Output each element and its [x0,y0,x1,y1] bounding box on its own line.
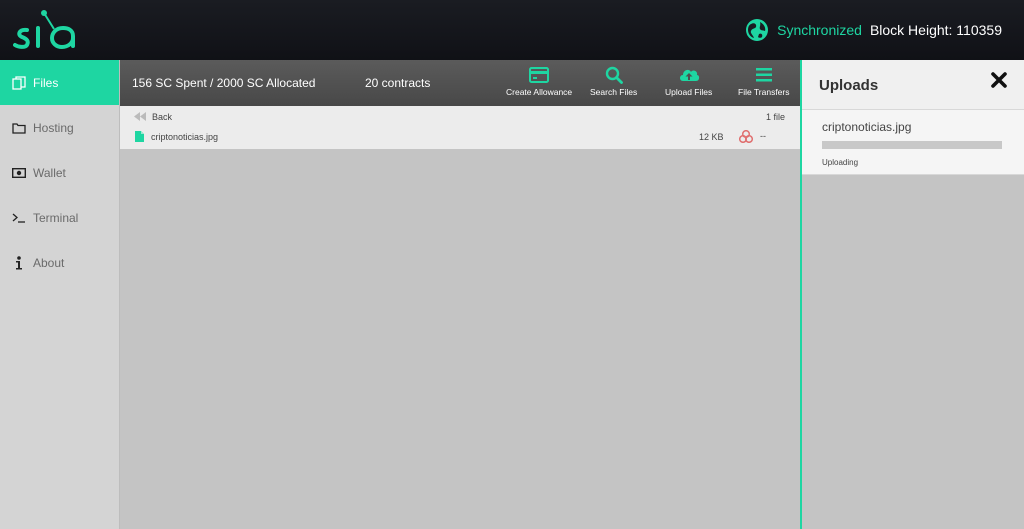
uploads-header: Uploads [802,60,1024,110]
uploads-panel: Uploads criptonoticias.jpg Uploading [800,60,1024,529]
sidebar-item-label: Wallet [33,165,66,180]
files-icon [12,75,26,90]
search-files-button[interactable]: Search Files [590,66,637,102]
sidebar-item-files[interactable]: Files [0,60,119,105]
search-icon [605,66,623,84]
allowance-spent-text: 156 SC Spent / 2000 SC Allocated [132,76,316,90]
wallet-icon [12,166,26,180]
upload-progress-bar [822,141,1002,149]
terminal-icon [12,211,26,225]
app-header: Synchronized Block Height: 110359 [0,0,1024,60]
rewind-icon [134,112,146,121]
upload-list-item: criptonoticias.jpg Uploading [802,110,1024,175]
file-transfers-button[interactable]: File Transfers [738,66,790,102]
sync-status-text: Synchronized [777,22,862,38]
upload-file-name: criptonoticias.jpg [822,120,912,134]
table-row[interactable]: criptonoticias.jpg 12 KB -- [120,127,800,148]
contracts-count: 20 contracts [365,76,431,90]
file-icon [135,131,144,142]
list-icon [755,68,772,82]
sidebar-item-label: About [33,255,65,270]
sidebar-item-label: Terminal [33,210,79,225]
sidebar-item-hosting[interactable]: Hosting [0,105,119,150]
file-count: 1 file [765,112,785,122]
sidebar-item-label: Hosting [33,120,74,135]
sia-logo [13,10,75,50]
credit-card-icon [529,67,550,83]
back-row[interactable]: Back 1 file [120,106,800,127]
info-icon [12,255,26,270]
upload-files-label: Upload Files [665,87,713,97]
folder-icon [12,121,26,135]
close-icon[interactable] [990,71,1008,89]
sync-status-area: Synchronized Block Height: 110359 [745,0,1002,60]
file-upload-status: -- [760,131,766,141]
file-size: 12 KB [699,132,724,142]
uploads-title: Uploads [819,77,879,94]
file-transfers-label: File Transfers [738,87,790,97]
file-name: criptonoticias.jpg [151,132,219,142]
sidebar-item-label: Files [33,75,59,90]
create-allowance-button[interactable]: Create Allowance [506,66,572,102]
redundancy-icon [739,130,753,143]
file-list: Back 1 file criptonoticias.jpg 12 KB -- [120,106,800,149]
globe-icon [746,19,769,41]
sidebar: Files Hosting Wallet Terminal About [0,60,120,529]
sidebar-item-wallet[interactable]: Wallet [0,150,119,195]
sidebar-item-about[interactable]: About [0,240,119,285]
search-files-label: Search Files [590,87,638,97]
block-height-text: Block Height: 110359 [869,22,1002,38]
files-toolbar: 156 SC Spent / 2000 SC Allocated 20 cont… [120,60,800,106]
back-label: Back [152,112,173,122]
upload-status-text: Uploading [822,158,859,167]
upload-files-button[interactable]: Upload Files [665,66,712,102]
create-allowance-label: Create Allowance [506,87,573,97]
cloud-upload-icon [679,69,699,81]
sidebar-item-terminal[interactable]: Terminal [0,195,119,240]
